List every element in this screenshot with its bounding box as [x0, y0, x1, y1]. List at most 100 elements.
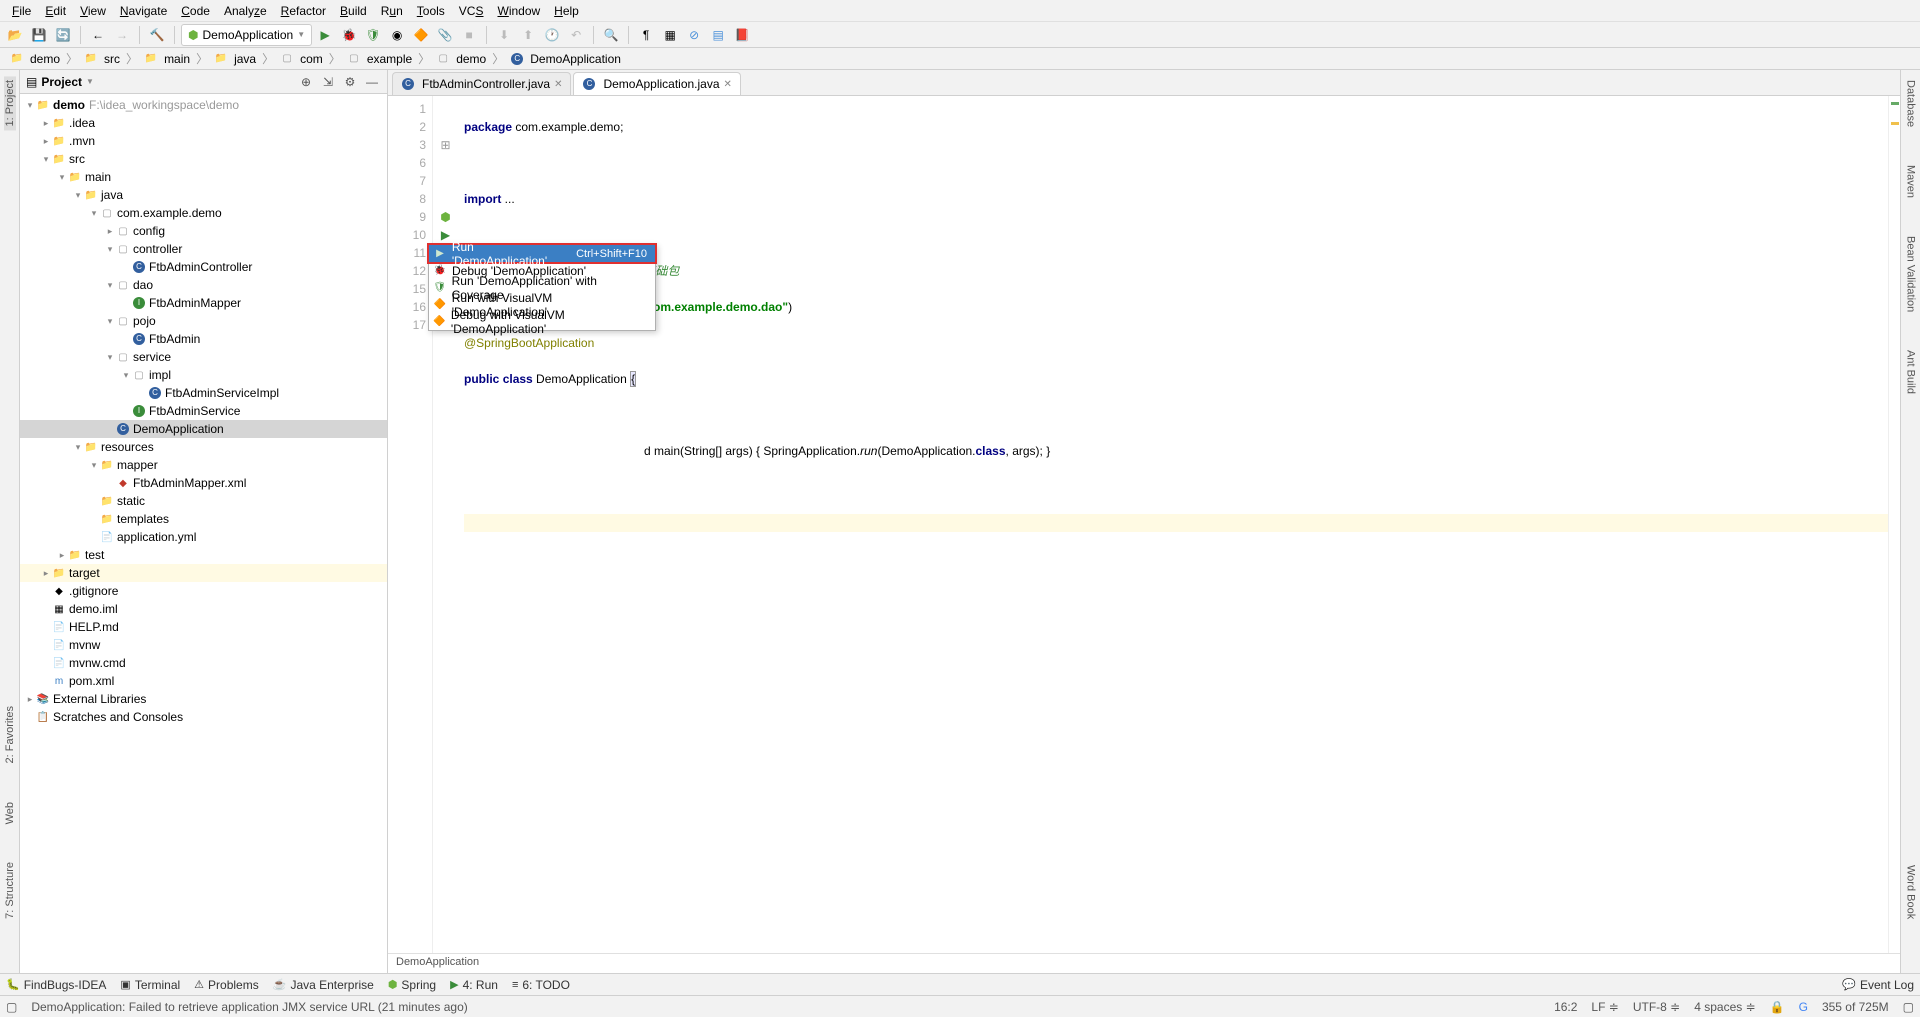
icon-gutter[interactable]: ⊞ ⬢▶ ▶: [433, 96, 458, 953]
sync-icon[interactable]: 🔄: [52, 24, 74, 46]
tool-eventlog[interactable]: 💬Event Log: [1842, 978, 1914, 992]
tree-mvnw[interactable]: 📄mvnw: [20, 636, 387, 654]
visualvm-icon[interactable]: 🔶: [410, 24, 432, 46]
menu-view[interactable]: View: [74, 2, 112, 20]
status-pos[interactable]: 16:2: [1554, 1000, 1577, 1014]
vcs-commit-icon[interactable]: ⬆: [517, 24, 539, 46]
tab-demoapplication[interactable]: CDemoApplication.java✕: [573, 72, 740, 95]
save-icon[interactable]: 💾: [28, 24, 50, 46]
chevron-down-icon[interactable]: ▼: [86, 77, 94, 86]
tool-spring[interactable]: ⬢Spring: [388, 978, 436, 992]
overview-ruler[interactable]: [1888, 96, 1900, 953]
tree-service[interactable]: ▾▢service: [20, 348, 387, 366]
menu-run[interactable]: Run: [375, 2, 409, 20]
editor-breadcrumb[interactable]: DemoApplication: [388, 953, 1900, 973]
tab-maven[interactable]: Maven: [1905, 161, 1917, 202]
menu-file[interactable]: File: [6, 2, 37, 20]
coverage-icon[interactable]: 🛡: [362, 24, 384, 46]
bc-com[interactable]: ▢com: [276, 52, 327, 66]
bc-class[interactable]: CDemoApplication: [506, 52, 625, 66]
tree-mvn[interactable]: ▸📁.mvn: [20, 132, 387, 150]
tree-src[interactable]: ▾📁src: [20, 150, 387, 168]
menu-window[interactable]: Window: [491, 2, 546, 20]
status-enc[interactable]: UTF-8 ≑: [1633, 1000, 1680, 1014]
hide-icon[interactable]: —: [363, 73, 381, 91]
status-mem[interactable]: 355 of 725M: [1822, 1000, 1889, 1014]
tab-web[interactable]: Web: [4, 798, 16, 828]
bc-example[interactable]: ▢example: [343, 52, 416, 66]
tool-javaenterprise[interactable]: ☕Java Enterprise: [273, 978, 374, 992]
tree-scratches[interactable]: 📋Scratches and Consoles: [20, 708, 387, 726]
tool-problems[interactable]: ⚠Problems: [194, 978, 259, 992]
search-icon[interactable]: 🔍: [600, 24, 622, 46]
status-translate-icon[interactable]: G: [1799, 1000, 1808, 1014]
block-icon[interactable]: ⊘: [683, 24, 705, 46]
tab-wordbook[interactable]: Word Book: [1905, 861, 1917, 923]
tree-controller[interactable]: ▾▢controller: [20, 240, 387, 258]
menu-edit[interactable]: Edit: [39, 2, 72, 20]
menu-analyze[interactable]: Analyze: [218, 2, 273, 20]
expand-icon[interactable]: ⇲: [319, 73, 337, 91]
tab-database[interactable]: Database: [1905, 76, 1917, 131]
tab-structure[interactable]: 7: Structure: [4, 858, 16, 923]
tab-beanvalidation[interactable]: Bean Validation: [1905, 232, 1917, 316]
close-icon[interactable]: ✕: [724, 79, 732, 90]
tree-applicationyml[interactable]: 📄application.yml: [20, 528, 387, 546]
vcs-update-icon[interactable]: ⬇: [493, 24, 515, 46]
tree-pomxml[interactable]: mpom.xml: [20, 672, 387, 690]
back-icon[interactable]: ←: [87, 24, 109, 46]
open-icon[interactable]: 📂: [4, 24, 26, 46]
tree-resources[interactable]: ▾📁resources: [20, 438, 387, 456]
ctx-run[interactable]: ▶ Run 'DemoApplication' Ctrl+Shift+F10: [427, 243, 657, 264]
menu-tools[interactable]: Tools: [411, 2, 451, 20]
tree-mvnwcmd[interactable]: 📄mvnw.cmd: [20, 654, 387, 672]
tree-extlib[interactable]: ▸📚External Libraries: [20, 690, 387, 708]
tree-static[interactable]: 📁static: [20, 492, 387, 510]
menu-navigate[interactable]: Navigate: [114, 2, 173, 20]
stop-icon[interactable]: ■: [458, 24, 480, 46]
tree-target[interactable]: ▸📁target: [20, 564, 387, 582]
tool-terminal[interactable]: ▣Terminal: [120, 978, 180, 992]
status-lock-icon[interactable]: 🔒: [1770, 1000, 1785, 1014]
line-gutter[interactable]: 1236789101112151617: [388, 96, 433, 953]
tool-run[interactable]: ▶4: Run: [450, 978, 498, 992]
tree-ftbadminmapper[interactable]: IFtbAdminMapper: [20, 294, 387, 312]
tree-idea[interactable]: ▸📁.idea: [20, 114, 387, 132]
ctx-visualvm-debug[interactable]: 🔶 Debug with VisualVM 'DemoApplication': [429, 313, 655, 330]
tree-pkg[interactable]: ▾▢com.example.demo: [20, 204, 387, 222]
tab-project[interactable]: 1: Project: [4, 76, 16, 130]
status-sep[interactable]: LF ≑: [1591, 1000, 1618, 1014]
tree-dao[interactable]: ▾▢dao: [20, 276, 387, 294]
menu-code[interactable]: Code: [175, 2, 216, 20]
smart-icon[interactable]: ▦: [659, 24, 681, 46]
tree-test[interactable]: ▸📁test: [20, 546, 387, 564]
tree-demoiml[interactable]: ▦demo.iml: [20, 600, 387, 618]
run-config-selector[interactable]: ⬢ DemoApplication ▼: [181, 24, 312, 46]
tree-ftbadmin[interactable]: CFtbAdmin: [20, 330, 387, 348]
tree-templates[interactable]: 📁templates: [20, 510, 387, 528]
gear-icon[interactable]: ⚙: [341, 73, 359, 91]
tree-config[interactable]: ▸▢config: [20, 222, 387, 240]
doc-icon[interactable]: 📕: [731, 24, 753, 46]
bc-java[interactable]: 📁java: [210, 52, 260, 66]
bc-src[interactable]: 📁src: [80, 52, 124, 66]
forward-icon[interactable]: →: [111, 24, 133, 46]
paragraph-icon[interactable]: ¶: [635, 24, 657, 46]
status-box-icon[interactable]: ▢: [1903, 1000, 1914, 1014]
tree-root[interactable]: ▾📁demoF:\idea_workingspace\demo: [20, 96, 387, 114]
tree-impl[interactable]: ▾▢impl: [20, 366, 387, 384]
debug-icon[interactable]: 🐞: [338, 24, 360, 46]
profile-icon[interactable]: ◉: [386, 24, 408, 46]
tab-favorites[interactable]: 2: Favorites: [4, 702, 16, 767]
menu-vcs[interactable]: VCS: [453, 2, 490, 20]
editor-body[interactable]: 1236789101112151617 ⊞ ⬢▶ ▶ package com.e…: [388, 96, 1900, 953]
build-icon[interactable]: 🔨: [146, 24, 168, 46]
bc-main[interactable]: 📁main: [140, 52, 194, 66]
bc-demo2[interactable]: ▢demo: [432, 52, 490, 66]
tree-ftbadmincontroller[interactable]: CFtbAdminController: [20, 258, 387, 276]
run-icon[interactable]: ▶: [314, 24, 336, 46]
code-area[interactable]: package com.example.demo; import ... //开…: [458, 96, 1888, 953]
locate-icon[interactable]: ⊕: [297, 73, 315, 91]
tree-gitignore[interactable]: ◆.gitignore: [20, 582, 387, 600]
menu-help[interactable]: Help: [548, 2, 585, 20]
